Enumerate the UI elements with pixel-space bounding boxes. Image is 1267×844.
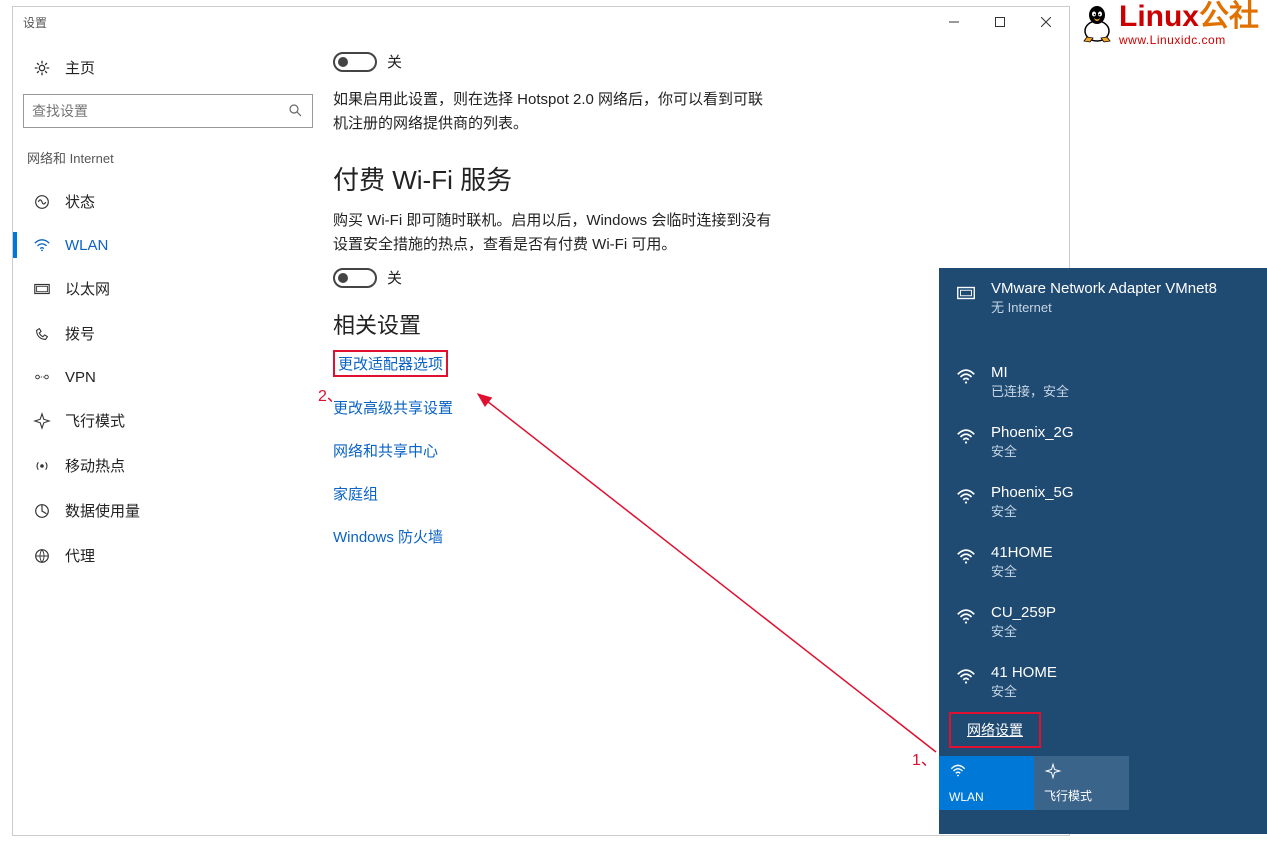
- sidebar: 主页 网络和 Internet 状态 WLAN 以太网 拨号: [13, 37, 323, 835]
- quick-action-wlan[interactable]: WLAN: [939, 756, 1034, 810]
- category-label: 网络和 Internet: [23, 148, 313, 179]
- qa-label: 飞行模式: [1044, 787, 1119, 804]
- maximize-button[interactable]: [977, 7, 1023, 37]
- sidebar-item-label: 飞行模式: [65, 410, 125, 431]
- logo-text-linux: Linux: [1119, 0, 1199, 33]
- toggle-state-label: 关: [387, 267, 402, 288]
- network-title: Phoenix_5G: [991, 484, 1074, 501]
- sidebar-item-label: 以太网: [65, 278, 110, 299]
- sidebar-item-label: 数据使用量: [65, 500, 140, 521]
- wifi-icon: [955, 426, 977, 448]
- sidebar-item-ethernet[interactable]: 以太网: [23, 266, 313, 311]
- minimize-icon: [949, 17, 959, 27]
- network-sub: 安全: [991, 621, 1056, 640]
- network-settings-link[interactable]: 网络设置: [949, 712, 1041, 748]
- wifi-network-item[interactable]: MI已连接，安全: [939, 352, 1267, 412]
- airplane-icon: [1044, 762, 1062, 780]
- titlebar-controls: [931, 7, 1069, 37]
- vpn-icon: [33, 368, 51, 386]
- network-title: CU_259P: [991, 604, 1056, 621]
- network-title: 41HOME: [991, 544, 1053, 561]
- toggle-switch-icon: [333, 52, 377, 72]
- network-sub: 已连接，安全: [991, 381, 1069, 400]
- maximize-icon: [995, 17, 1005, 27]
- quick-action-airplane[interactable]: 飞行模式: [1034, 756, 1129, 810]
- ethernet-adapter-icon: [955, 282, 977, 304]
- sidebar-item-label: 移动热点: [65, 455, 125, 476]
- data-icon: [33, 502, 51, 520]
- wifi-icon: [955, 366, 977, 388]
- wifi-network-item[interactable]: Phoenix_2G安全: [939, 412, 1267, 472]
- wifi-icon: [955, 666, 977, 688]
- network-adapter-item[interactable]: VMware Network Adapter VMnet8 无 Internet: [939, 268, 1267, 328]
- sidebar-item-wlan[interactable]: WLAN: [23, 224, 313, 266]
- sidebar-item-proxy[interactable]: 代理: [23, 533, 313, 578]
- network-sub: 安全: [991, 561, 1053, 580]
- sidebar-item-label: 状态: [65, 191, 95, 212]
- sidebar-item-label: VPN: [65, 369, 96, 386]
- window-title: 设置: [23, 14, 47, 31]
- network-title: Phoenix_2G: [991, 424, 1074, 441]
- network-sub: 无 Internet: [991, 297, 1217, 316]
- status-icon: [33, 193, 51, 211]
- sidebar-item-label: WLAN: [65, 237, 108, 254]
- truncated-text: [333, 37, 1059, 41]
- toggle-hotspot20[interactable]: 关: [333, 51, 1059, 72]
- settings-window: 设置 主页 网络和 Internet 状态 WLAN: [12, 6, 1070, 836]
- home-button[interactable]: 主页: [23, 47, 313, 88]
- ethernet-icon: [33, 280, 51, 298]
- network-title: VMware Network Adapter VMnet8: [991, 280, 1217, 297]
- search-input[interactable]: [23, 94, 313, 128]
- sidebar-item-hotspot[interactable]: 移动热点: [23, 443, 313, 488]
- sidebar-item-datausage[interactable]: 数据使用量: [23, 488, 313, 533]
- quick-actions: WLAN 飞行模式: [939, 756, 1267, 810]
- network-sub: 安全: [991, 681, 1057, 700]
- wifi-icon: [955, 546, 977, 568]
- hotspot-desc: 如果启用此设置，则在选择 Hotspot 2.0 网络后，你可以看到可联机注册的…: [333, 88, 773, 136]
- sidebar-item-dialup[interactable]: 拨号: [23, 311, 313, 356]
- wifi-network-item[interactable]: CU_259P安全: [939, 592, 1267, 652]
- link-change-adapter-options[interactable]: 更改适配器选项: [333, 350, 448, 377]
- tux-icon: [1079, 3, 1115, 48]
- logo-text-gs: 公社: [1199, 0, 1259, 33]
- wifi-icon: [955, 606, 977, 628]
- wifi-network-item[interactable]: 41HOME安全: [939, 532, 1267, 592]
- search-field[interactable]: [32, 103, 304, 119]
- paid-wifi-heading: 付费 Wi-Fi 服务: [333, 160, 1059, 197]
- network-flyout: VMware Network Adapter VMnet8 无 Internet…: [939, 268, 1267, 834]
- sidebar-item-label: 拨号: [65, 323, 95, 344]
- close-button[interactable]: [1023, 7, 1069, 37]
- toggle-state-label: 关: [387, 51, 402, 72]
- titlebar: 设置: [13, 7, 1069, 37]
- wifi-network-item[interactable]: 41 HOME安全: [939, 652, 1267, 712]
- annotation-1: 1、: [912, 746, 937, 770]
- annotation-2: 2、: [318, 382, 343, 406]
- dialup-icon: [33, 325, 51, 343]
- qa-label: WLAN: [949, 790, 1024, 804]
- paid-wifi-desc: 购买 Wi-Fi 即可随时联机。启用以后，Windows 会临时连接到没有设置安…: [333, 209, 773, 257]
- linux-logo-watermark: Linux公社 www.Linuxidc.com: [1079, 2, 1259, 48]
- network-title: 41 HOME: [991, 664, 1057, 681]
- network-sub: 安全: [991, 441, 1074, 460]
- close-icon: [1041, 17, 1051, 27]
- search-icon: [288, 103, 302, 120]
- home-label: 主页: [65, 57, 95, 78]
- wifi-icon: [949, 762, 967, 780]
- sidebar-item-airplane[interactable]: 飞行模式: [23, 398, 313, 443]
- gear-icon: [33, 59, 51, 77]
- minimize-button[interactable]: [931, 7, 977, 37]
- hotspot-icon: [33, 457, 51, 475]
- sidebar-item-status[interactable]: 状态: [23, 179, 313, 224]
- wifi-icon: [955, 486, 977, 508]
- network-title: MI: [991, 364, 1069, 381]
- wifi-icon: [33, 236, 51, 254]
- toggle-switch-icon: [333, 268, 377, 288]
- network-sub: 安全: [991, 501, 1074, 520]
- proxy-icon: [33, 547, 51, 565]
- sidebar-item-vpn[interactable]: VPN: [23, 356, 313, 398]
- wifi-network-item[interactable]: Phoenix_5G安全: [939, 472, 1267, 532]
- airplane-icon: [33, 412, 51, 430]
- logo-url: www.Linuxidc.com: [1119, 33, 1226, 47]
- sidebar-item-label: 代理: [65, 545, 95, 566]
